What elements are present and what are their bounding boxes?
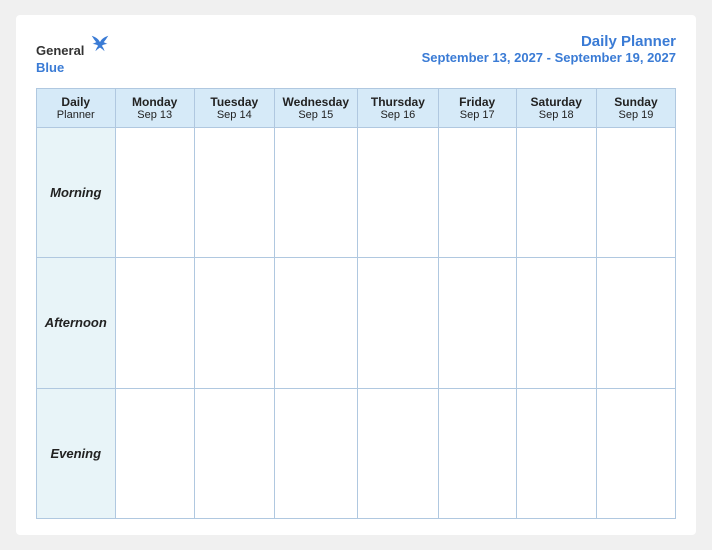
sunday-date: Sep 19 bbox=[601, 109, 671, 121]
label-col-name: Daily bbox=[41, 95, 111, 109]
monday-name: Monday bbox=[120, 95, 190, 109]
sunday-name: Sunday bbox=[601, 95, 671, 109]
header-row: Daily Planner Monday Sep 13 Tuesday Sep … bbox=[37, 88, 676, 127]
friday-date: Sep 17 bbox=[443, 109, 512, 121]
logo-bird-icon bbox=[89, 33, 111, 55]
row-morning: Morning bbox=[37, 127, 676, 257]
logo-blue: Blue bbox=[36, 60, 111, 76]
morning-tuesday[interactable] bbox=[194, 127, 274, 257]
afternoon-tuesday[interactable] bbox=[194, 258, 274, 388]
afternoon-thursday[interactable] bbox=[357, 258, 438, 388]
top-bar: General Blue Daily Planner September 13,… bbox=[36, 33, 676, 76]
morning-monday[interactable] bbox=[115, 127, 194, 257]
morning-saturday[interactable] bbox=[516, 127, 596, 257]
evening-monday[interactable] bbox=[115, 388, 194, 518]
evening-thursday[interactable] bbox=[357, 388, 438, 518]
header-friday: Friday Sep 17 bbox=[438, 88, 516, 127]
morning-thursday[interactable] bbox=[357, 127, 438, 257]
wednesday-date: Sep 15 bbox=[279, 109, 353, 121]
friday-name: Friday bbox=[443, 95, 512, 109]
header-wednesday: Wednesday Sep 15 bbox=[274, 88, 357, 127]
tuesday-name: Tuesday bbox=[199, 95, 270, 109]
morning-label: Morning bbox=[37, 127, 116, 257]
evening-tuesday[interactable] bbox=[194, 388, 274, 518]
header-thursday: Thursday Sep 16 bbox=[357, 88, 438, 127]
afternoon-friday[interactable] bbox=[438, 258, 516, 388]
morning-wednesday[interactable] bbox=[274, 127, 357, 257]
evening-sunday[interactable] bbox=[596, 388, 675, 518]
logo-text: General Blue bbox=[36, 33, 111, 76]
header-sunday: Sunday Sep 19 bbox=[596, 88, 675, 127]
header-monday: Monday Sep 13 bbox=[115, 88, 194, 127]
tuesday-date: Sep 14 bbox=[199, 109, 270, 121]
planner-date-range: September 13, 2027 - September 19, 2027 bbox=[422, 50, 676, 65]
page: General Blue Daily Planner September 13,… bbox=[16, 15, 696, 535]
evening-label: Evening bbox=[37, 388, 116, 518]
row-afternoon: Afternoon bbox=[37, 258, 676, 388]
morning-sunday[interactable] bbox=[596, 127, 675, 257]
evening-saturday[interactable] bbox=[516, 388, 596, 518]
thursday-name: Thursday bbox=[362, 95, 434, 109]
afternoon-wednesday[interactable] bbox=[274, 258, 357, 388]
label-col-sub: Planner bbox=[41, 109, 111, 121]
logo-area: General Blue bbox=[36, 33, 111, 76]
row-evening: Evening bbox=[37, 388, 676, 518]
header-tuesday: Tuesday Sep 14 bbox=[194, 88, 274, 127]
evening-wednesday[interactable] bbox=[274, 388, 357, 518]
afternoon-monday[interactable] bbox=[115, 258, 194, 388]
morning-friday[interactable] bbox=[438, 127, 516, 257]
header-saturday: Saturday Sep 18 bbox=[516, 88, 596, 127]
evening-friday[interactable] bbox=[438, 388, 516, 518]
monday-date: Sep 13 bbox=[120, 109, 190, 121]
saturday-date: Sep 18 bbox=[521, 109, 592, 121]
thursday-date: Sep 16 bbox=[362, 109, 434, 121]
header-label-col: Daily Planner bbox=[37, 88, 116, 127]
planner-table: Daily Planner Monday Sep 13 Tuesday Sep … bbox=[36, 88, 676, 519]
afternoon-sunday[interactable] bbox=[596, 258, 675, 388]
afternoon-label: Afternoon bbox=[37, 258, 116, 388]
planner-title: Daily Planner bbox=[422, 33, 676, 50]
title-area: Daily Planner September 13, 2027 - Septe… bbox=[422, 33, 676, 65]
logo-general: General bbox=[36, 43, 84, 58]
wednesday-name: Wednesday bbox=[279, 95, 353, 109]
saturday-name: Saturday bbox=[521, 95, 592, 109]
afternoon-saturday[interactable] bbox=[516, 258, 596, 388]
